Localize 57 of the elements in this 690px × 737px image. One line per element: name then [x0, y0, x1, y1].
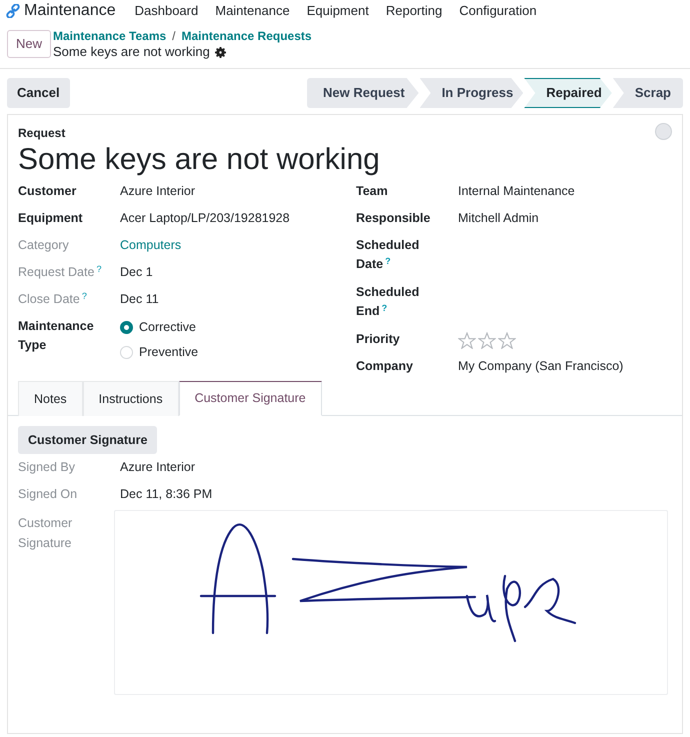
tab[interactable]: Notes — [18, 381, 83, 416]
stage-button[interactable]: Scrap — [612, 78, 683, 108]
field-label: Company — [356, 358, 414, 375]
field-label: Close Date $^{?}$ — [18, 290, 88, 308]
field-value: Mitchell Admin — [458, 210, 539, 227]
field-value: Dec 11, 8:36 PM — [120, 486, 212, 504]
field-value: Acer Laptop/LP/203/19281928 — [120, 210, 290, 227]
radio-button[interactable] — [120, 320, 133, 334]
settings-icon[interactable] — [214, 46, 226, 58]
field-label: Request Date $^{?}$ — [18, 263, 102, 281]
field-value: Internal Maintenance — [458, 183, 575, 200]
menu-item[interactable]: Reporting — [386, 1, 442, 21]
breadcrumb-link[interactable]: Maintenance Teams — [53, 28, 166, 44]
field-label: Signed On — [18, 486, 78, 504]
star-icon[interactable] — [478, 332, 496, 349]
tab[interactable]: Customer Signature — [178, 381, 322, 416]
signature-box[interactable] — [114, 510, 668, 695]
field-label: Scheduled Date $^{?}$ — [356, 237, 420, 273]
menu-item[interactable]: Maintenance — [215, 1, 290, 21]
option-label: Preventive — [139, 344, 198, 361]
field-label: Signed By — [18, 459, 76, 476]
request-title: Some keys are not working — [18, 142, 381, 178]
field-value: Azure Interior — [120, 459, 196, 476]
breadcrumb-separator: / — [172, 28, 176, 44]
app-name[interactable]: Maintenance — [24, 0, 116, 23]
cancel-button[interactable]: Cancel — [7, 78, 70, 108]
field-label: Customer — [18, 183, 78, 200]
option-label: Corrective — [139, 319, 196, 336]
new-button[interactable]: New — [7, 30, 52, 58]
menu-item[interactable]: Dashboard — [134, 1, 198, 21]
stage-button[interactable]: In Progress — [420, 78, 524, 108]
field-label: Scheduled End $^{?}$ — [356, 284, 420, 320]
field-value: Dec 1 — [120, 264, 153, 281]
field-value: Dec 11 — [120, 291, 159, 308]
link-icon — [6, 4, 20, 18]
stage-button[interactable]: Repaired — [524, 78, 612, 108]
field-value: My Company (San Francisco) — [458, 358, 624, 375]
stage-button[interactable]: New Request — [307, 78, 419, 108]
menu-item[interactable]: Configuration — [459, 1, 537, 21]
record-title: Some keys are not working — [53, 44, 210, 60]
field-label: Category — [18, 237, 70, 254]
breadcrumb-link[interactable]: Maintenance Requests — [182, 28, 312, 44]
tab[interactable]: Instructions — [82, 381, 179, 416]
field-label: Equipment — [18, 210, 84, 227]
field-value: Azure Interior — [120, 183, 196, 200]
field-label: Maintenance Type — [18, 318, 95, 354]
star-icon[interactable] — [498, 332, 516, 349]
field-label: Request — [18, 125, 66, 142]
field-label: Priority — [356, 331, 401, 348]
star-icon[interactable] — [458, 332, 476, 349]
priority-stars[interactable] — [458, 330, 516, 349]
menu-item[interactable]: Equipment — [306, 1, 369, 21]
field-label: Team — [356, 183, 389, 200]
field-label: Customer Signature — [18, 515, 74, 552]
category-link[interactable]: Computers — [120, 236, 182, 255]
field-label: Responsible — [356, 210, 432, 227]
customer-signature-button[interactable]: Customer Signature — [18, 426, 158, 454]
